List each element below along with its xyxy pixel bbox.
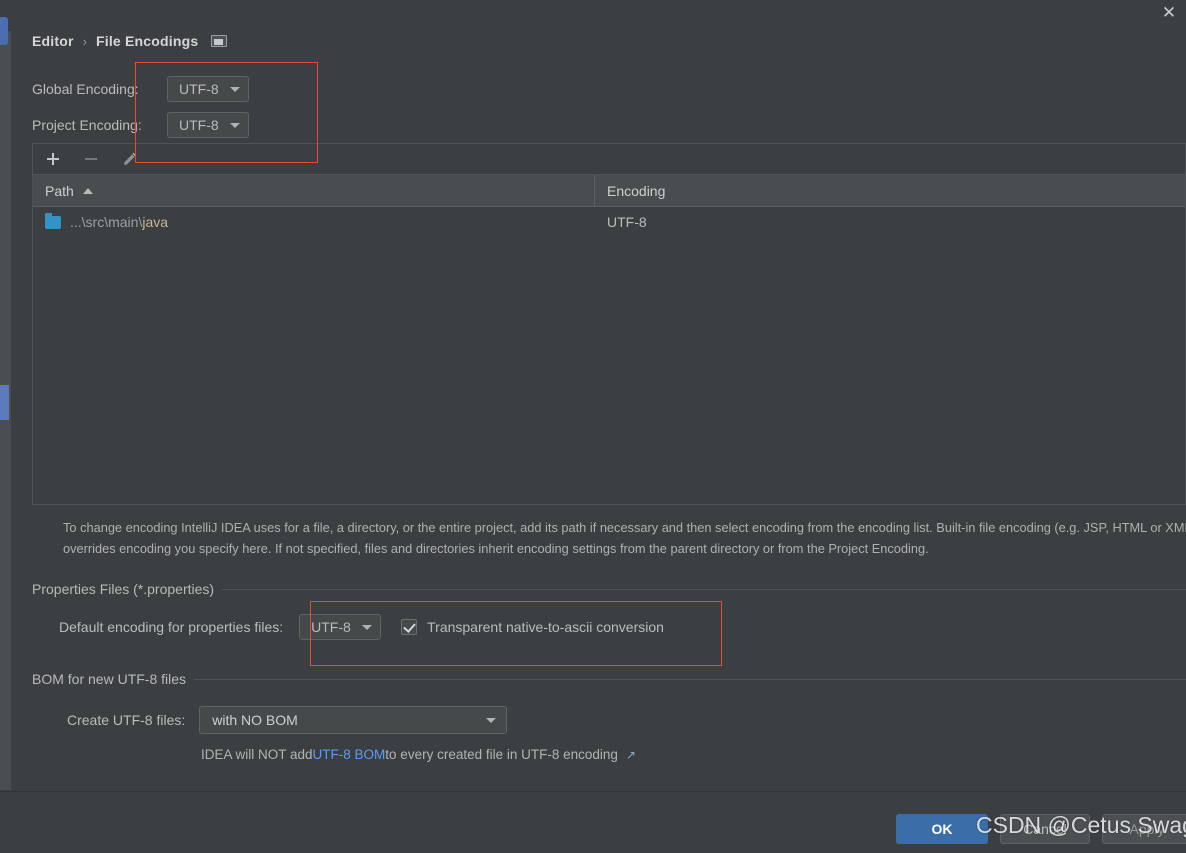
breadcrumb: Editor › File Encodings — [32, 33, 228, 49]
column-header-path[interactable]: Path — [33, 175, 595, 206]
chevron-down-icon — [230, 122, 240, 128]
create-utf8-row: Create UTF-8 files: with NO BOM — [67, 706, 508, 734]
bom-group-divider — [32, 679, 1186, 680]
table-cell-encoding[interactable]: UTF-8 — [595, 214, 1185, 230]
create-utf8-combobox[interactable]: with NO BOM — [199, 706, 508, 734]
column-header-path-label: Path — [45, 182, 74, 199]
project-encoding-row: Project Encoding: UTF-8 — [32, 112, 249, 138]
properties-encoding-label: Default encoding for properties files: — [59, 619, 284, 635]
bom-group-title: BOM for new UTF-8 files — [32, 671, 195, 687]
left-scrollbar-thumb[interactable] — [0, 385, 9, 420]
global-encoding-label: Global Encoding: — [32, 81, 139, 97]
file-encodings-table[interactable]: Path Encoding ...\src\main\ java UTF-8 — [32, 174, 1186, 505]
chevron-down-icon — [362, 624, 373, 630]
checkbox-checked-icon — [401, 619, 418, 635]
folder-icon — [45, 212, 61, 229]
project-encoding-label: Project Encoding: — [32, 117, 142, 133]
properties-encoding-value: UTF-8 — [311, 619, 351, 635]
apply-button[interactable]: Apply — [1102, 814, 1186, 844]
create-utf8-label: Create UTF-8 files: — [67, 712, 186, 728]
table-header-row: Path Encoding — [33, 175, 1185, 207]
edit-path-button[interactable] — [118, 148, 140, 170]
left-panel-strip — [0, 0, 11, 790]
bom-note: IDEA will NOT add UTF-8 BOM to every cre… — [201, 747, 636, 762]
column-header-encoding[interactable]: Encoding — [595, 175, 1185, 206]
sort-ascending-icon — [82, 187, 93, 194]
chevron-down-icon — [230, 86, 240, 92]
project-encoding-combobox[interactable]: UTF-8 — [167, 112, 249, 138]
chevron-down-icon — [486, 717, 497, 723]
remove-path-button[interactable] — [80, 148, 102, 170]
global-encoding-row: Global Encoding: UTF-8 — [32, 76, 249, 102]
native-to-ascii-checkbox[interactable]: Transparent native-to-ascii conversion — [401, 619, 664, 635]
global-encoding-value: UTF-8 — [179, 81, 219, 97]
bom-note-link[interactable]: UTF-8 BOM — [313, 747, 386, 762]
native-to-ascii-label: Transparent native-to-ascii conversion — [427, 619, 664, 635]
table-toolbar — [32, 143, 1186, 174]
cancel-button[interactable]: Cancel — [1000, 814, 1090, 844]
ok-button[interactable]: OK — [896, 814, 988, 844]
table-cell-path: ...\src\main\ java — [33, 212, 595, 230]
add-path-button[interactable] — [42, 148, 64, 170]
breadcrumb-separator-icon: › — [82, 33, 87, 49]
breadcrumb-root[interactable]: Editor — [32, 33, 74, 49]
close-icon[interactable]: ✕ — [1158, 2, 1180, 24]
project-encoding-value: UTF-8 — [179, 117, 219, 133]
table-row[interactable]: ...\src\main\ java UTF-8 — [33, 207, 1185, 237]
table-cell-path-prefix: ...\src\main\ — [70, 214, 143, 230]
properties-encoding-combobox[interactable]: UTF-8 — [299, 614, 382, 640]
column-header-encoding-label: Encoding — [607, 182, 666, 199]
properties-encoding-row: Default encoding for properties files: U… — [59, 614, 664, 640]
table-cell-path-leaf: java — [142, 214, 169, 230]
left-tool-tab[interactable] — [0, 17, 8, 45]
properties-group-title: Properties Files (*.properties) — [32, 581, 223, 597]
bom-note-after: to every created file in UTF-8 encoding — [385, 747, 618, 762]
global-encoding-combobox[interactable]: UTF-8 — [167, 76, 249, 102]
dialog-button-bar: OK Cancel Apply — [0, 791, 1186, 853]
encoding-hint-text: To change encoding IntelliJ IDEA uses fo… — [63, 520, 1186, 556]
settings-display-icon[interactable] — [211, 35, 228, 47]
external-link-icon[interactable]: ↗ — [626, 748, 636, 762]
create-utf8-value: with NO BOM — [212, 712, 298, 728]
bom-note-before: IDEA will NOT add — [201, 747, 313, 762]
file-encodings-settings-pane: Editor › File Encodings Global Encoding:… — [11, 0, 1186, 790]
breadcrumb-current: File Encodings — [96, 33, 199, 49]
